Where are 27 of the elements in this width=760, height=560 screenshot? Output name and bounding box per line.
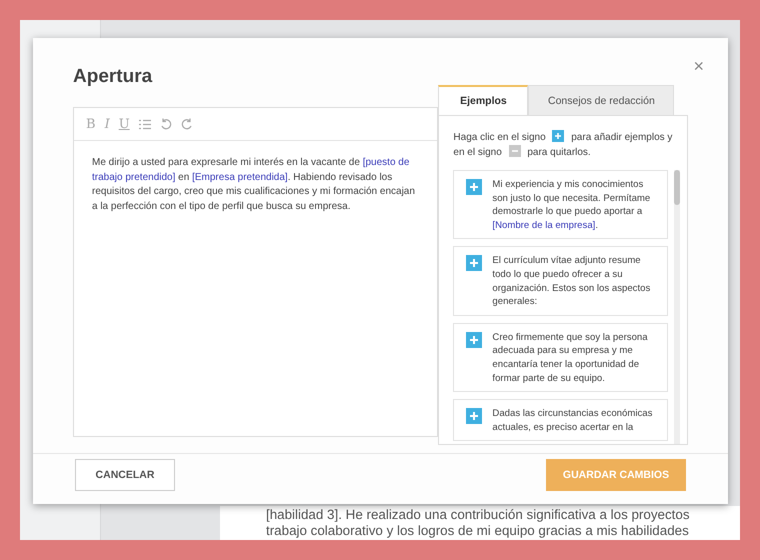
plus-icon — [552, 130, 564, 142]
add-button[interactable] — [466, 255, 482, 272]
dialog-title: Apertura — [73, 66, 152, 85]
document-text: [habilidad 3]. He realizado una contribución significativa a los proyectos — [266, 507, 690, 523]
add-button[interactable] — [466, 408, 482, 424]
example-text: Dadas las circunstancias económicas actuales, es preciso acertar en la — [492, 407, 654, 434]
list-icon[interactable] — [138, 118, 151, 130]
example-card[interactable]: El currículum vítae adjunto resume todo lo que puedo ofrecer a su organización. Estos son los aspectos generales: — [453, 246, 668, 316]
example-text: Mi experiencia y mis conocimientos son justo lo que necesita. Permítame demostrarle lo que puedo aportar a [Nombre de la empresa]. — [492, 178, 652, 232]
add-button[interactable] — [466, 179, 482, 195]
document-text: trabajo colaborativo y los logros de mi equipo gracias a mis habilidades — [266, 523, 689, 539]
scrollbar[interactable] — [674, 170, 680, 444]
add-button[interactable] — [466, 332, 482, 348]
cancel-button[interactable]: CANCELAR — [75, 459, 175, 491]
example-text: El currículum vítae adjunto resume todo lo que puedo ofrecer a su organización. Estos son los aspectos generales: — [492, 254, 652, 309]
tab[interactable]: Ejemplos — [438, 85, 528, 115]
editor-text: Me dirijo a usted para expresarle mi interés en la vacante de [puesto de trabajo pretendido] en [Empresa pretendida]. Habiendo revisado los requisitos del cargo, creo que mis cualificaciones y mi formación encajan a la perfección con el tipo de perfil que busca su empresa. — [91, 156, 416, 214]
redo-icon[interactable] — [180, 118, 193, 130]
tab[interactable]: Consejos de redacción — [528, 85, 674, 115]
example-card[interactable]: Dadas las circunstancias económicas actuales, es preciso acertar en la — [453, 399, 668, 442]
hint-text: Haga clic en el signo para añadir ejemplos y en el signo para quitarlos. — [453, 130, 674, 160]
example-text: Creo firmemente que soy la persona adecuada para su empresa y me encantaría tener la oportunidad de formar parte de su equipo. — [492, 330, 649, 386]
example-card[interactable]: Creo firmemente que soy la persona adecuada para su empresa y me encantaría tener la oportunidad de formar parte de su equipo. — [453, 322, 668, 392]
undo-icon[interactable] — [160, 118, 172, 130]
example-card[interactable]: Mi experiencia y mis conocimientos son justo lo que necesita. Permítame demostrarle lo que puedo aportar a [Nombre de la empresa]. — [453, 170, 668, 240]
text-editor[interactable] — [73, 107, 438, 437]
minus-icon — [508, 145, 521, 157]
